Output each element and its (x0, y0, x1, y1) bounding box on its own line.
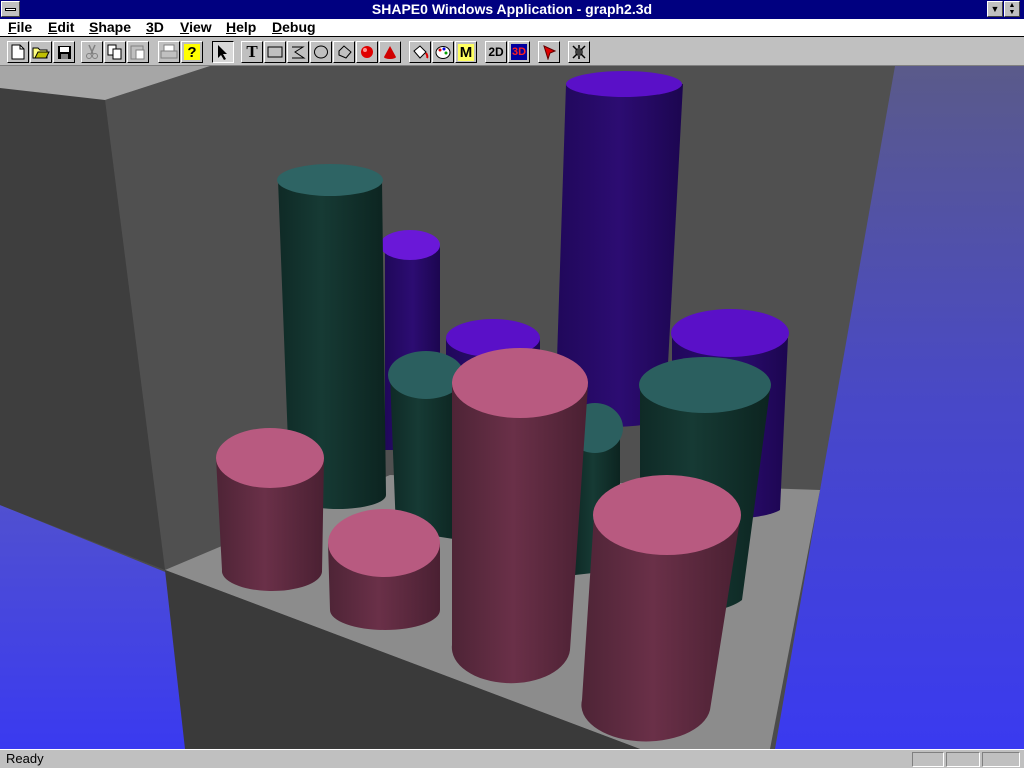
print-button[interactable] (158, 41, 180, 63)
pointer-tool-button[interactable] (212, 41, 234, 63)
polygon-tool-button[interactable] (333, 41, 355, 63)
help-question-icon: ? (184, 44, 200, 61)
new-file-button[interactable] (7, 41, 29, 63)
pin-icon (543, 45, 557, 60)
status-pane-2 (946, 752, 980, 767)
title-bar: SHAPE0 Windows Application - graph2.3d ▼… (0, 0, 1024, 19)
cut-button[interactable] (81, 41, 103, 63)
status-pane-3 (982, 752, 1020, 767)
menu-view[interactable]: View (180, 19, 212, 36)
view-3d-icon: 3D (510, 44, 528, 60)
menu-shape[interactable]: Shape (89, 19, 131, 36)
copy-button[interactable] (104, 41, 126, 63)
cut-scissors-icon (86, 44, 98, 59)
menu-bar: File Edit Shape 3D View Help Debug (0, 19, 1024, 37)
ellipse-tool-icon (314, 45, 328, 59)
paste-icon (130, 45, 145, 60)
pointer-arrow-icon (218, 45, 227, 60)
restore-icon: ▲ ▼ (1008, 2, 1016, 16)
save-button[interactable] (53, 41, 75, 63)
toolbar: ? T M 2D 3D (0, 37, 1024, 66)
new-file-icon (11, 44, 25, 60)
text-tool-icon: T (246, 42, 258, 61)
help-button[interactable]: ? (181, 41, 203, 63)
sphere-tool-icon (361, 46, 373, 58)
fill-button[interactable] (409, 41, 431, 63)
polygon-tool-icon (338, 45, 352, 59)
view-2d-button[interactable]: 2D (485, 41, 507, 63)
restore-button[interactable]: ▲ ▼ (1004, 1, 1020, 17)
3d-viewport[interactable] (0, 66, 1024, 749)
menu-3d[interactable]: 3D (146, 19, 164, 36)
palette-button[interactable] (432, 41, 454, 63)
menu-edit[interactable]: Edit (48, 19, 74, 36)
text-tool-button[interactable]: T (241, 41, 263, 63)
cylinder-pink-left (216, 428, 324, 592)
paint-bucket-icon (413, 45, 429, 59)
paste-button[interactable] (127, 41, 149, 63)
sphere-tool-button[interactable] (356, 41, 378, 63)
cone-tool-icon (384, 46, 396, 59)
view-3d-button[interactable]: 3D (508, 41, 530, 63)
save-disk-icon (57, 45, 71, 59)
chevron-down-icon: ▼ (990, 4, 1000, 14)
scene-render (0, 66, 1024, 749)
material-icon: M (457, 43, 475, 61)
polyline-tool-button[interactable] (287, 41, 309, 63)
status-bar: Ready (0, 749, 1024, 768)
menu-file[interactable]: File (8, 19, 32, 36)
rectangle-tool-icon (267, 46, 283, 58)
minimize-button[interactable]: ▼ (987, 1, 1003, 17)
status-text: Ready (6, 751, 44, 766)
ellipse-tool-button[interactable] (310, 41, 332, 63)
polyline-tool-icon (292, 46, 306, 59)
cone-tool-button[interactable] (379, 41, 401, 63)
status-pane-1 (912, 752, 944, 767)
debug-button[interactable] (568, 41, 590, 63)
print-icon (160, 44, 178, 59)
open-folder-icon (32, 47, 50, 59)
palette-icon (435, 45, 451, 59)
copy-icon (107, 44, 122, 60)
open-button[interactable] (30, 41, 52, 63)
cylinder-pink-short (328, 509, 440, 630)
cylinder-pink-tall (451, 348, 588, 684)
window-title: SHAPE0 Windows Application - graph2.3d (371, 1, 653, 17)
pin-button[interactable] (538, 41, 560, 63)
menu-help[interactable]: Help (226, 19, 256, 36)
rectangle-tool-button[interactable] (264, 41, 286, 63)
view-2d-icon: 2D (488, 45, 504, 59)
debug-icon (572, 45, 586, 59)
material-button[interactable]: M (455, 41, 477, 63)
menu-debug[interactable]: Debug (272, 19, 316, 36)
